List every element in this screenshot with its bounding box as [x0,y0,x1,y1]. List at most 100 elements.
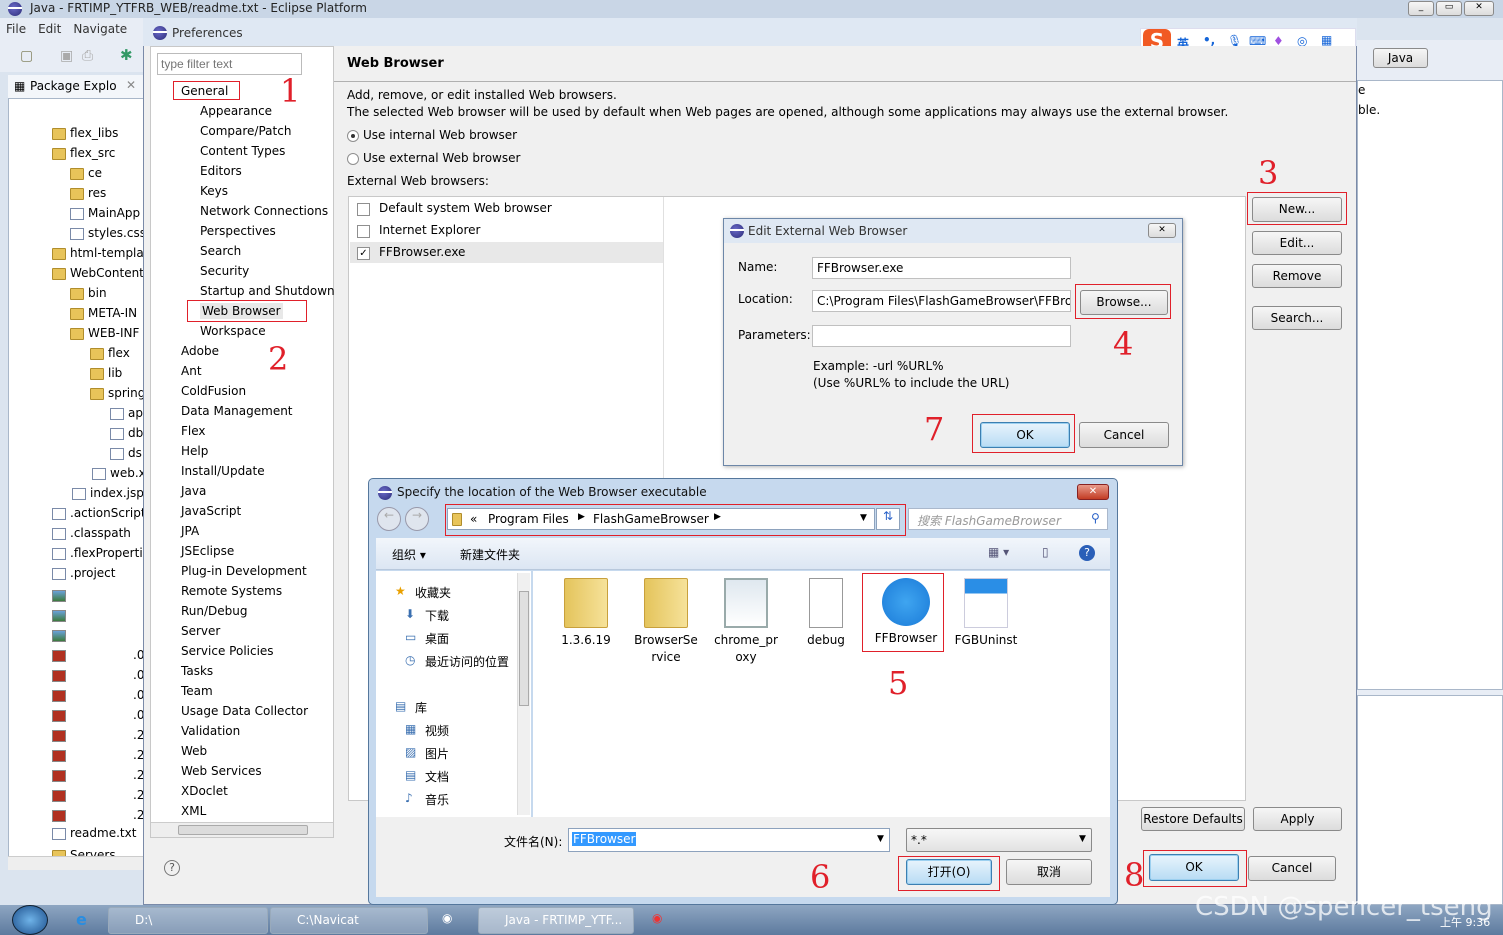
resource-file-icon[interactable] [52,690,66,702]
search-button[interactable]: Search... [1252,306,1342,330]
package-tree-item[interactable]: flex_src [52,144,115,162]
ime-punctuation[interactable]: •, [1203,33,1215,47]
organize-button[interactable]: 组织 ▾ [392,546,426,563]
package-tree-item[interactable]: index.jsp [72,484,144,502]
navigation-scrollbar[interactable] [517,573,530,815]
tree-item-workspace[interactable]: Workspace [200,323,266,339]
tree-item-service-policies[interactable]: Service Policies [181,643,274,659]
maximize-button[interactable]: ▭ [1436,1,1462,16]
toolbox-icon[interactable]: ▦ [1321,33,1332,47]
tree-item-appearance[interactable]: Appearance [200,103,272,119]
package-tree-item[interactable]: .actionScript [52,504,146,522]
name-input[interactable]: FFBrowser.exe [812,257,1071,279]
browser-name[interactable]: Internet Explorer [379,223,480,237]
task-drive-d[interactable]: D:\ [108,907,268,934]
tree-item-install-update[interactable]: Install/Update [181,463,265,479]
edit-button[interactable]: Edit... [1252,231,1342,255]
tree-item-ant[interactable]: Ant [181,363,202,379]
system-clock[interactable]: 上午 9:36 [1440,914,1490,930]
help-icon[interactable]: ? [1079,545,1095,561]
tree-item-content-types[interactable]: Content Types [200,143,285,159]
browser-checkbox[interactable]: ✓ [357,247,370,260]
help-button[interactable]: ? [164,860,180,876]
new-icon[interactable]: ▢ [20,48,33,64]
internal-browser-radio[interactable] [347,130,359,142]
tree-item-adobe[interactable]: Adobe [181,343,219,359]
file-item-uninst[interactable]: FGBUninst [949,578,1023,649]
tree-item-xml[interactable]: XML [181,803,206,819]
menu-edit[interactable]: Edit [38,22,61,36]
tree-item-usage-data-collector[interactable]: Usage Data Collector [181,703,308,719]
file-type-select[interactable]: *.* ▼ [906,828,1092,852]
image-file-icon[interactable] [52,590,66,602]
preferences-cancel-button[interactable]: Cancel [1248,856,1336,881]
tree-item-jpa[interactable]: JPA [181,523,199,539]
package-tree-item[interactable]: .project [52,564,115,582]
tree-item-java[interactable]: Java [181,483,206,499]
edit-dialog-cancel-button[interactable]: Cancel [1079,422,1169,448]
resource-file-icon[interactable] [52,710,66,722]
print-icon[interactable]: ⎙ [82,48,93,64]
resource-file-icon[interactable] [52,670,66,682]
resource-file-icon[interactable] [52,770,66,782]
package-tree-item[interactable]: lib [90,364,122,382]
package-explorer-tab[interactable]: ▦ Package Explo ✕ [8,75,144,99]
tree-item-data-management[interactable]: Data Management [181,403,293,419]
parameters-input[interactable] [812,325,1071,347]
debug-icon[interactable]: ✱ [120,46,133,64]
forward-button[interactable]: → [405,507,429,531]
tree-item-run-debug[interactable]: Run/Debug [181,603,248,619]
package-tree-item[interactable]: ap [110,404,143,422]
tree-item-perspectives[interactable]: Perspectives [200,223,276,239]
close-icon[interactable]: ✕ [126,78,136,92]
package-tree-item[interactable]: styles.css [70,224,146,242]
tree-item-flex[interactable]: Flex [181,423,206,439]
image-file-icon[interactable] [52,630,66,642]
tree-item-jseclipse[interactable]: JSEclipse [181,543,234,559]
package-tree-item[interactable]: .classpath [52,524,131,542]
start-button[interactable] [12,905,48,935]
tree-item-server[interactable]: Server [181,623,220,639]
browser-name[interactable]: FFBrowser.exe [379,245,465,259]
package-tree-item[interactable]: flex_libs [52,124,118,142]
tree-item-security[interactable]: Security [200,263,249,279]
dropdown-icon[interactable]: ▼ [877,834,884,844]
new-folder-button[interactable]: 新建文件夹 [460,546,520,563]
menu-navigate[interactable]: Navigate [73,22,127,36]
package-tree-item[interactable]: WEB-INF [70,324,139,342]
close-button[interactable]: ✕ [1464,1,1494,16]
resource-file-icon[interactable] [52,730,66,742]
location-input[interactable]: C:\Program Files\FlashGameBrowser\FFBrow [812,290,1071,312]
package-tree-item[interactable]: ds [110,444,142,462]
file-dialog-cancel-button[interactable]: 取消 [1006,859,1092,885]
tree-item-validation[interactable]: Validation [181,723,240,739]
filename-input[interactable]: FFBrowser ▼ [568,828,890,852]
view-options-icon[interactable]: ▦ ▾ [988,545,1009,559]
search-input[interactable]: 搜索 FlashGameBrowser ⚲ [908,508,1108,530]
package-tree-item[interactable]: flex [90,344,130,362]
external-browser-radio[interactable] [347,153,359,165]
package-tree-item[interactable]: bin [70,284,107,302]
package-tree-item[interactable]: html-templa [52,244,144,262]
file-item-app[interactable]: chrome_pr oxy [709,578,783,666]
browser-checkbox[interactable] [357,203,370,216]
tree-item-web-services[interactable]: Web Services [181,763,262,779]
ie-icon[interactable]: e [76,910,87,929]
minimize-button[interactable]: _ [1408,1,1434,16]
tree-item-editors[interactable]: Editors [200,163,242,179]
ffbrowser-taskbar-icon[interactable]: ◉ [442,911,452,925]
resource-file-icon[interactable] [52,650,66,662]
tree-scrollbar[interactable] [151,822,333,837]
tree-item-remote-systems[interactable]: Remote Systems [181,583,282,599]
back-button[interactable]: ← [377,507,401,531]
restore-defaults-button[interactable]: Restore Defaults [1141,807,1245,831]
tree-item-network-connections[interactable]: Network Connections [200,203,328,219]
file-item-folder[interactable]: BrowserSe rvice [629,578,703,666]
tree-item-coldfusion[interactable]: ColdFusion [181,383,246,399]
chrome-icon[interactable]: ◉ [652,911,662,925]
package-tree-item[interactable]: web.x [92,464,146,482]
tree-item-team[interactable]: Team [181,683,213,699]
package-tree-item[interactable]: WebContent [52,264,144,282]
menu-file[interactable]: File [6,22,26,36]
package-tree-item[interactable]: res [70,184,106,202]
